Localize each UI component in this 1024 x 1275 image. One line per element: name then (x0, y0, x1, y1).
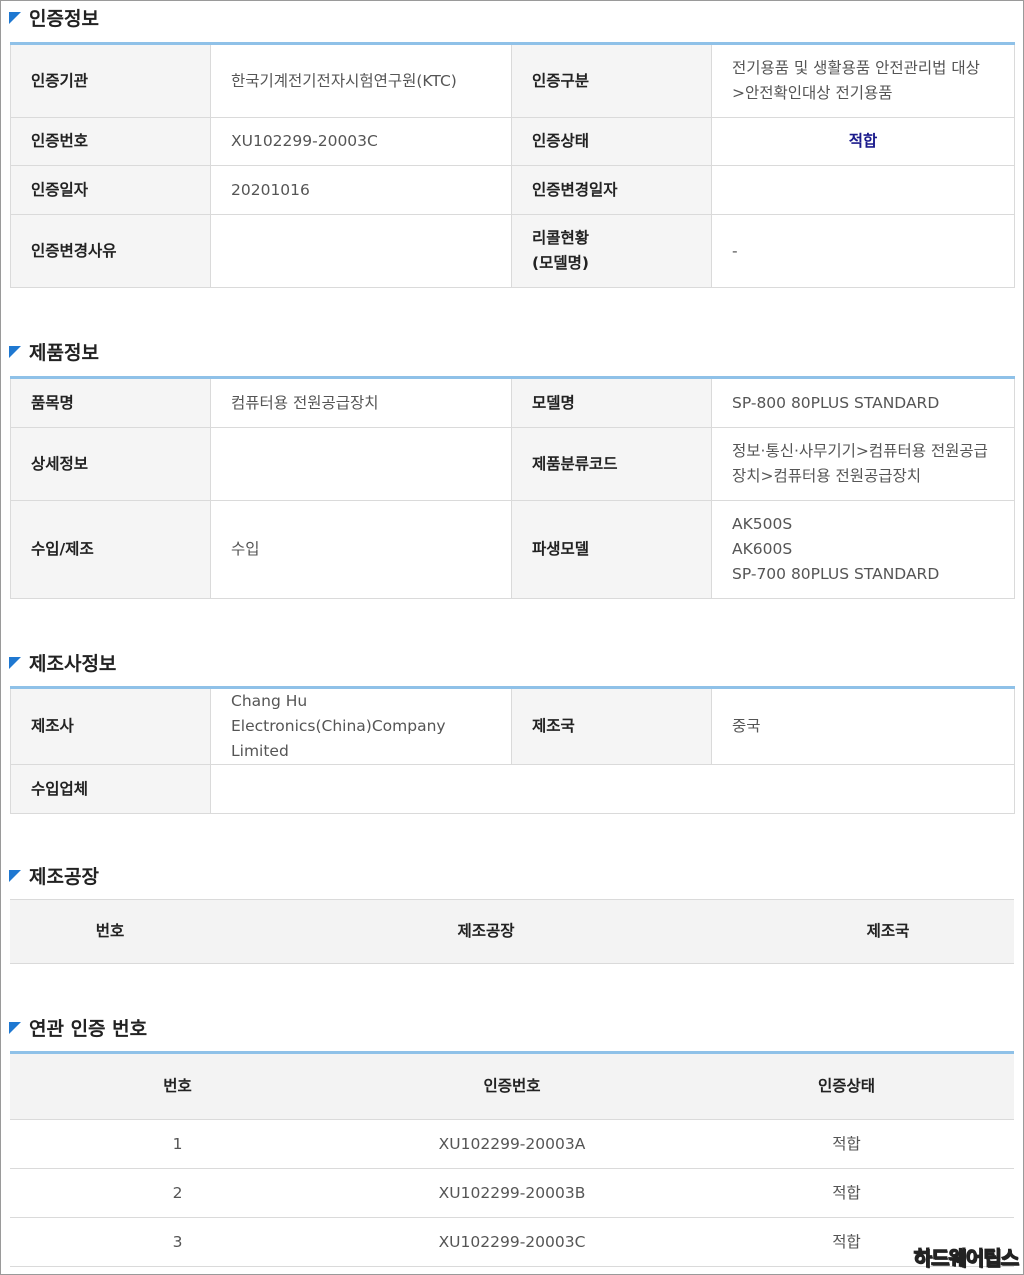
related-no: 2 (10, 1168, 345, 1218)
label-manufacturer: 제조사 (10, 687, 211, 765)
related-table: 번호 인증번호 인증상태 1 XU102299-20003A 적합 2 XU10… (10, 1051, 1014, 1267)
label-country: 제조국 (511, 687, 712, 765)
cert-row-agency: 인증기관 한국기계전기전자시험연구원(KTC) 인증구분 전기용품 및 생활용품… (10, 43, 1015, 118)
watermark-logo: 하드웨어팁스 (913, 1246, 1019, 1271)
related-section-title: 연관 인증 번호 (9, 1012, 147, 1042)
value-manufacturer: Chang Hu Electronics(China)Company Limit… (210, 687, 512, 765)
section-flag-icon (9, 870, 21, 882)
related-cert-no[interactable]: XU102299-20003C (345, 1217, 679, 1267)
product-row-detail: 상세정보 제품분류코드 정보·통신·사무기기>컴퓨터용 전원공급 장치>컴퓨터용… (10, 427, 1015, 501)
maker-row-manufacturer: 제조사 Chang Hu Electronics(China)Company L… (10, 687, 1015, 765)
cert-row-change-reason: 인증변경사유 리콜현황 (모델명) - (10, 214, 1015, 288)
value-model-name: SP-800 80PLUS STANDARD (711, 377, 1015, 428)
maker-row-importer: 수입업체 (10, 764, 1015, 814)
related-status: 적합 (679, 1168, 1014, 1218)
label-cert-status: 인증상태 (511, 117, 712, 166)
label-category-code: 제품분류코드 (511, 427, 712, 501)
value-cert-number: XU102299-20003C (210, 117, 512, 166)
related-no: 3 (10, 1217, 345, 1267)
factory-section-title: 제조공장 (9, 860, 99, 890)
product-row-item: 품목명 컴퓨터용 전원공급장치 모델명 SP-800 80PLUS STANDA… (10, 377, 1015, 428)
product-table: 품목명 컴퓨터용 전원공급장치 모델명 SP-800 80PLUS STANDA… (10, 376, 1015, 599)
related-header-row: 번호 인증번호 인증상태 (10, 1052, 1014, 1120)
value-country: 중국 (711, 687, 1015, 765)
label-cert-change-reason: 인증변경사유 (10, 214, 211, 288)
value-importer (210, 764, 1015, 814)
label-detail: 상세정보 (10, 427, 211, 501)
section-flag-icon (9, 657, 21, 669)
label-cert-agency: 인증기관 (10, 43, 211, 118)
value-cert-type: 전기용품 및 생활용품 안전관리법 대상 >안전확인대상 전기용품 (711, 43, 1015, 118)
value-derived-models: AK500S AK600S SP-700 80PLUS STANDARD (711, 500, 1015, 599)
value-cert-date: 20201016 (210, 165, 512, 215)
label-model-name: 모델명 (511, 377, 712, 428)
table-row: 2 XU102299-20003B 적합 (10, 1168, 1014, 1218)
header-factory-name: 제조공장 (210, 899, 762, 964)
maker-section-title: 제조사정보 (9, 647, 116, 677)
value-cert-change-reason (210, 214, 512, 288)
cert-row-number: 인증번호 XU102299-20003C 인증상태 적합 (10, 117, 1015, 166)
label-cert-change-date: 인증변경일자 (511, 165, 712, 215)
related-no: 1 (10, 1119, 345, 1169)
section-flag-icon (9, 346, 21, 358)
cert-table: 인증기관 한국기계전기전자시험연구원(KTC) 인증구분 전기용품 및 생활용품… (10, 42, 1015, 288)
maker-table: 제조사 Chang Hu Electronics(China)Company L… (10, 686, 1015, 814)
label-cert-number: 인증번호 (10, 117, 211, 166)
related-cert-no[interactable]: XU102299-20003A (345, 1119, 679, 1169)
value-recall: - (711, 214, 1015, 288)
product-row-import: 수입/제조 수입 파생모델 AK500S AK600S SP-700 80PLU… (10, 500, 1015, 599)
header-related-no: 번호 (10, 1052, 345, 1120)
label-cert-date: 인증일자 (10, 165, 211, 215)
product-section-title: 제품정보 (9, 336, 99, 366)
section-flag-icon (9, 12, 21, 24)
label-recall: 리콜현황 (모델명) (511, 214, 712, 288)
table-row: 1 XU102299-20003A 적합 (10, 1119, 1014, 1169)
value-import-manufacture: 수입 (210, 500, 512, 599)
value-item-name: 컴퓨터용 전원공급장치 (210, 377, 512, 428)
value-cert-status: 적합 (711, 117, 1015, 166)
table-row: 3 XU102299-20003C 적합 (10, 1217, 1014, 1267)
label-item-name: 품목명 (10, 377, 211, 428)
value-detail (210, 427, 512, 501)
label-importer: 수입업체 (10, 764, 211, 814)
related-status: 적합 (679, 1119, 1014, 1169)
header-factory-country: 제조국 (762, 899, 1014, 964)
header-related-status: 인증상태 (679, 1052, 1014, 1120)
related-cert-no[interactable]: XU102299-20003B (345, 1168, 679, 1218)
factory-table: 번호 제조공장 제조국 (10, 899, 1014, 964)
cert-section-title: 인증정보 (9, 2, 99, 32)
label-derived-models: 파생모델 (511, 500, 712, 599)
label-import-manufacture: 수입/제조 (10, 500, 211, 599)
value-category-code: 정보·통신·사무기기>컴퓨터용 전원공급 장치>컴퓨터용 전원공급장치 (711, 427, 1015, 501)
factory-header-row: 번호 제조공장 제조국 (10, 899, 1014, 964)
cert-row-date: 인증일자 20201016 인증변경일자 (10, 165, 1015, 215)
header-related-cert-no: 인증번호 (345, 1052, 679, 1120)
value-cert-agency: 한국기계전기전자시험연구원(KTC) (210, 43, 512, 118)
value-cert-change-date (711, 165, 1015, 215)
header-factory-no: 번호 (10, 899, 210, 964)
label-cert-type: 인증구분 (511, 43, 712, 118)
section-flag-icon (9, 1022, 21, 1034)
